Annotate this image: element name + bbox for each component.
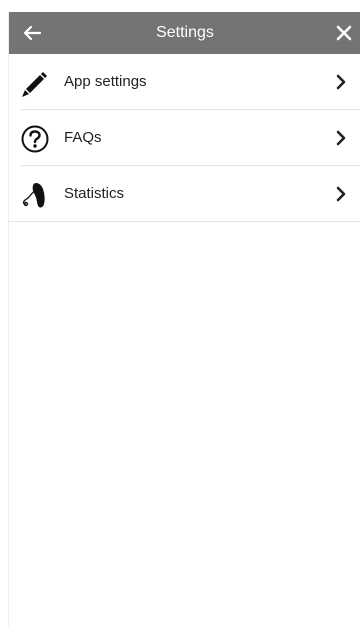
statistics-label: Statistics — [64, 185, 125, 202]
back-button[interactable] — [17, 20, 47, 46]
statistics-item[interactable]: Statistics — [9, 166, 360, 222]
app-settings-label: App settings — [64, 73, 147, 90]
settings-list: App settings FAQs Statistics — [9, 54, 360, 222]
page-title: Settings — [156, 24, 214, 41]
pencil-icon — [20, 68, 50, 98]
close-button[interactable] — [329, 20, 359, 46]
header-bar: Settings — [9, 12, 360, 54]
chevron-right-icon — [336, 74, 346, 90]
chevron-right-icon — [336, 130, 346, 146]
chevron-right-icon — [336, 186, 346, 202]
faqs-item[interactable]: FAQs — [9, 110, 360, 166]
settings-screen: Settings App settings FAQs Statistics — [8, 12, 360, 626]
app-settings-item[interactable]: App settings — [9, 54, 360, 110]
close-icon — [336, 25, 352, 41]
back-arrow-icon — [23, 25, 41, 41]
question-circle-icon — [20, 124, 50, 154]
faqs-label: FAQs — [64, 129, 102, 146]
hearing-aid-icon — [20, 180, 50, 210]
